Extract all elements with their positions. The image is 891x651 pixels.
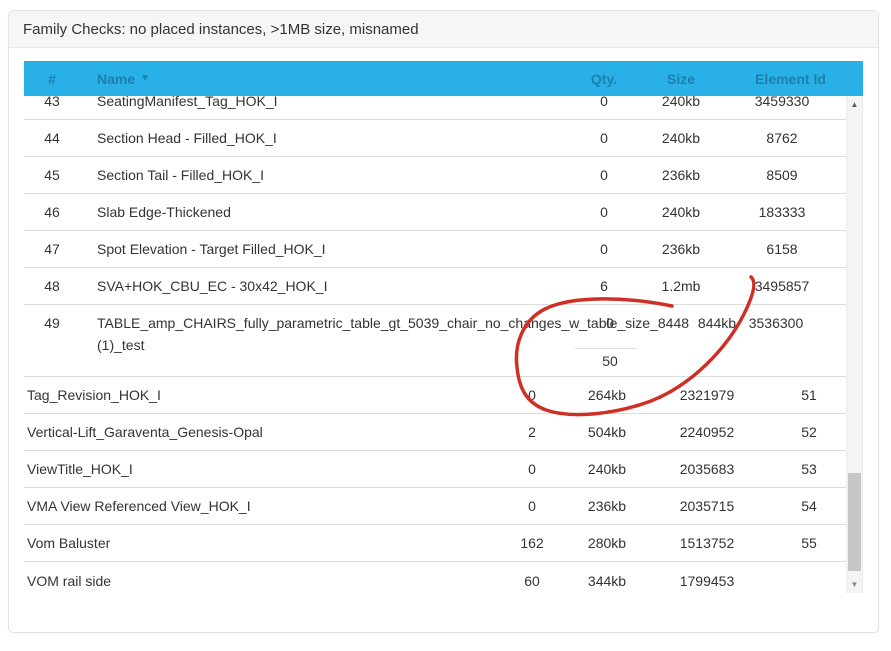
table-row[interactable]: 48 SVA+HOK_CBU_EC - 30x42_HOK_I 6 1.2mb …	[24, 268, 846, 305]
scroll-up-icon[interactable]: ▲	[847, 96, 862, 113]
table-row[interactable]: 45 Section Tail - Filled_HOK_I 0 236kb 8…	[24, 157, 846, 194]
table-row[interactable]: ViewTitle_HOK_I 0 240kb 2035683 53	[24, 451, 846, 488]
table-row[interactable]: 46 Slab Edge-Thickened 0 240kb 183333	[24, 194, 846, 231]
table-scroll-viewport: 43 SeatingManifest_Tag_HOK_I 0 240kb 345…	[24, 96, 846, 600]
table-header-row: # Name ▼ Qty. Size Element Id	[24, 61, 863, 96]
vertical-scrollbar[interactable]: ▲ ▼	[846, 96, 863, 593]
table-row-glitched[interactable]: 49 TABLE_amp_CHAIRS_fully_parametric_tab…	[24, 305, 846, 377]
header-name[interactable]: Name ▼	[80, 71, 564, 87]
panel-title: Family Checks: no placed instances, >1MB…	[23, 21, 419, 38]
family-checks-panel: Family Checks: no placed instances, >1MB…	[8, 10, 879, 633]
sort-desc-icon[interactable]: ▼	[140, 74, 150, 84]
scrollbar-thumb[interactable]	[848, 473, 861, 571]
panel-titlebar: Family Checks: no placed instances, >1MB…	[9, 11, 878, 48]
scroll-down-icon[interactable]: ▼	[847, 576, 862, 593]
long-family-name-line2: (1)_test	[97, 337, 144, 353]
table-row[interactable]: VOM rail side 60 344kb 1799453	[24, 562, 846, 599]
table-row[interactable]: Vertical-Lift_Garaventa_Genesis-Opal 2 5…	[24, 414, 846, 451]
header-num[interactable]: #	[24, 71, 80, 87]
table-rows: 43 SeatingManifest_Tag_HOK_I 0 240kb 345…	[24, 96, 846, 599]
table-row[interactable]: VMA View Referenced View_HOK_I 0 236kb 2…	[24, 488, 846, 525]
wrapped-row-number: 50	[580, 353, 640, 369]
table-row[interactable]: 44 Section Head - Filled_HOK_I 0 240kb 8…	[24, 120, 846, 157]
table-row[interactable]: Tag_Revision_HOK_I 0 264kb 2321979 51	[24, 377, 846, 414]
table-row[interactable]: Vom Baluster 162 280kb 1513752 55	[24, 525, 846, 562]
header-size[interactable]: Size	[644, 71, 718, 87]
table-row[interactable]: 43 SeatingManifest_Tag_HOK_I 0 240kb 345…	[24, 96, 846, 120]
wrapped-cell-divider	[575, 348, 637, 349]
table-row[interactable]: 47 Spot Elevation - Target Filled_HOK_I …	[24, 231, 846, 268]
header-qty[interactable]: Qty.	[564, 71, 644, 87]
header-element-id[interactable]: Element Id	[718, 71, 863, 87]
